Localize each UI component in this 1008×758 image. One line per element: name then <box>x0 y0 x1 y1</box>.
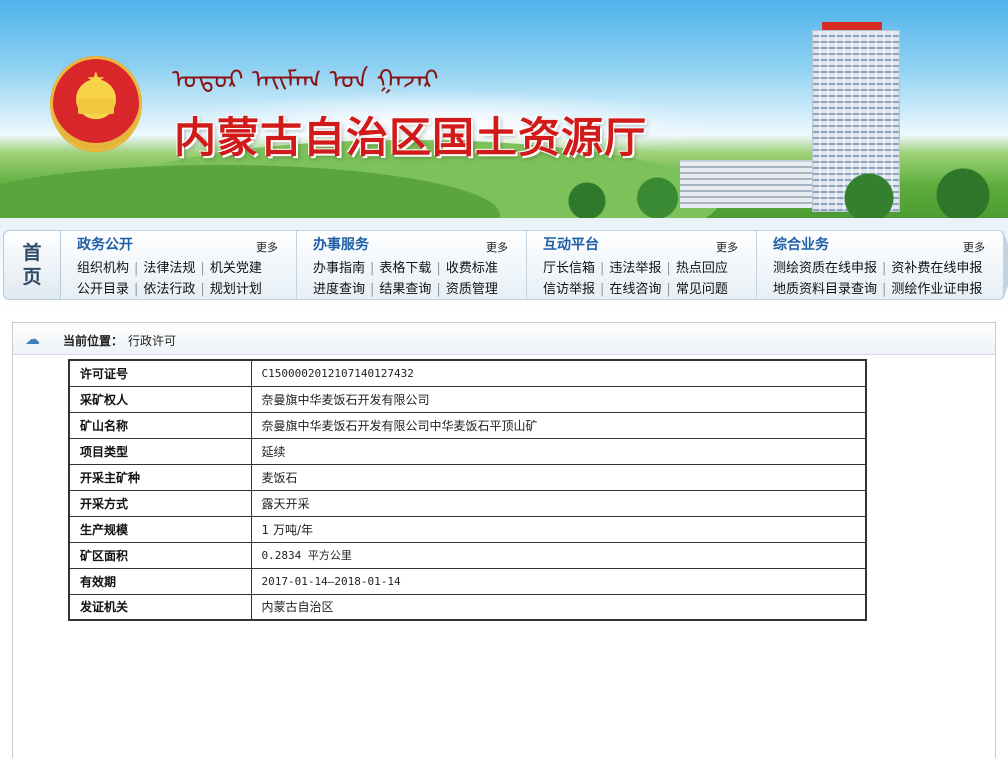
field-value: 1 万吨/年 <box>250 515 867 543</box>
content-panel: ☁ 当前位置： 行政许可 许可证号 C150000201210714012743… <box>12 322 996 758</box>
field-label: 项目类型 <box>68 437 252 465</box>
field-label: 矿山名称 <box>68 411 252 439</box>
field-value: 奈曼旗中华麦饭石开发有限公司 <box>250 385 867 413</box>
field-label: 开采方式 <box>68 489 252 517</box>
nav-link[interactable]: 常见问题 <box>676 282 728 297</box>
nav-link[interactable]: 测绘作业证申报 <box>891 282 982 297</box>
nav-link[interactable]: 结果查询 <box>379 282 431 297</box>
nav-link[interactable]: 收费标准 <box>446 261 498 276</box>
site-title: 内蒙古自治区国土资源厅 <box>174 113 648 162</box>
field-value: 奈曼旗中华麦饭石开发有限公司中华麦饭石平顶山矿 <box>250 411 867 439</box>
nav-section-interaction: 互动平台 更多 厅长信箱 | 违法举报 | 热点回应 信访举报 | 在线咨询 | 常见问题 <box>527 230 768 300</box>
mongolian-title: ᠤᠳᠤᠷ ᠠᠢᠮᠠᠭ ᠤᠨ ᠭᠠᠵᠠᠷ <box>172 65 439 95</box>
nav-link[interactable]: 地质资料目录查询 <box>773 282 877 297</box>
nav-link[interactable]: 违法举报 <box>609 261 661 276</box>
nav-link[interactable]: 在线咨询 <box>609 282 661 297</box>
banner-trees <box>540 165 1008 218</box>
home-char: 首 <box>22 242 42 264</box>
nav-more-link[interactable]: 更多 <box>716 239 738 255</box>
breadcrumb: ☁ 当前位置： 行政许可 <box>13 323 995 355</box>
table-row: 矿区面积 0.2834 平方公里 <box>68 541 867 569</box>
field-value: 麦饭石 <box>250 463 867 491</box>
field-value: 0.2834 平方公里 <box>250 541 867 569</box>
field-value: C1500002012107140127432 <box>250 359 867 387</box>
field-label: 开采主矿种 <box>68 463 252 491</box>
nav-link[interactable]: 资质管理 <box>446 282 498 297</box>
table-row: 许可证号 C1500002012107140127432 <box>68 359 867 387</box>
field-label: 发证机关 <box>68 593 252 621</box>
nav-more-link[interactable]: 更多 <box>256 239 278 255</box>
field-value: 露天开采 <box>250 489 867 517</box>
nav-section-title[interactable]: 互动平台 <box>543 234 599 254</box>
nav-section-title[interactable]: 综合业务 <box>773 234 829 254</box>
emblem-gate-icon <box>78 98 114 114</box>
home-char: 页 <box>22 266 42 288</box>
table-row: 项目类型 延续 <box>68 437 867 465</box>
field-label: 有效期 <box>68 567 252 595</box>
nav-section-title[interactable]: 办事服务 <box>313 234 369 254</box>
license-table: 许可证号 C1500002012107140127432 采矿权人 奈曼旗中华麦… <box>68 359 867 621</box>
nav-section-government: 政务公开 更多 组织机构 | 法律法规 | 机关党建 公开目录 | 依法行政 | 规划计划 <box>61 230 308 300</box>
nav-section-title[interactable]: 政务公开 <box>77 234 133 254</box>
nav-link[interactable]: 机关党建 <box>210 261 262 276</box>
field-label: 采矿权人 <box>68 385 252 413</box>
field-label: 许可证号 <box>68 359 252 387</box>
table-row: 开采主矿种 麦饭石 <box>68 463 867 491</box>
field-value: 2017-01-14—2018-01-14 <box>250 567 867 595</box>
nav-link[interactable]: 法律法规 <box>143 261 195 276</box>
emblem-star-icon: ★ <box>86 68 106 93</box>
nav-link[interactable]: 规划计划 <box>210 282 262 297</box>
nav-section-services: 办事服务 更多 办事指南 | 表格下载 | 收费标准 进度查询 | 结果查询 | 资质管理 <box>297 230 538 300</box>
breadcrumb-current: 行政许可 <box>128 334 177 348</box>
nav-link[interactable]: 办事指南 <box>313 261 365 276</box>
field-label: 矿区面积 <box>68 541 252 569</box>
nav-link[interactable]: 表格下载 <box>379 261 431 276</box>
field-value: 延续 <box>250 437 867 465</box>
nav-link[interactable]: 信访举报 <box>543 282 595 297</box>
nav-link[interactable]: 热点回应 <box>676 261 728 276</box>
nav-link[interactable]: 依法行政 <box>143 282 195 297</box>
national-emblem-logo: ★ <box>50 56 142 152</box>
nav-home-button[interactable]: 首 页 <box>3 230 61 300</box>
nav-more-link[interactable]: 更多 <box>486 239 508 255</box>
nav-link[interactable]: 公开目录 <box>77 282 129 297</box>
cloud-ornament-icon: ☁ <box>25 330 40 348</box>
nav-link[interactable]: 资补费在线申报 <box>891 261 982 276</box>
nav-more-link[interactable]: 更多 <box>963 239 985 255</box>
table-row: 开采方式 露天开采 <box>68 489 867 517</box>
table-row: 采矿权人 奈曼旗中华麦饭石开发有限公司 <box>68 385 867 413</box>
main-nav: 首 页 政务公开 更多 组织机构 | 法律法规 | 机关党建 公开目录 | 依法行政 | 规划计… <box>0 218 1008 310</box>
table-row: 有效期 2017-01-14—2018-01-14 <box>68 567 867 595</box>
nav-link[interactable]: 测绘资质在线申报 <box>773 261 877 276</box>
nav-link[interactable]: 进度查询 <box>313 282 365 297</box>
nav-link[interactable]: 组织机构 <box>77 261 129 276</box>
site-banner: ★ ᠤᠳᠤᠷ ᠠᠢᠮᠠᠭ ᠤᠨ ᠭᠠᠵᠠᠷ 内蒙古自治区国土资源厅 <box>0 0 1008 218</box>
nav-section-business: 综合业务 更多 测绘资质在线申报 | 资补费在线申报 地质资料目录查询 | 测绘作业证申… <box>757 230 1008 300</box>
breadcrumb-label: 当前位置： <box>63 334 124 348</box>
field-label: 生产规模 <box>68 515 252 543</box>
field-value: 内蒙古自治区 <box>250 593 867 621</box>
nav-link[interactable]: 厅长信箱 <box>543 261 595 276</box>
table-row: 生产规模 1 万吨/年 <box>68 515 867 543</box>
building-sign <box>822 22 882 30</box>
table-row: 发证机关 内蒙古自治区 <box>68 593 867 621</box>
table-row: 矿山名称 奈曼旗中华麦饭石开发有限公司中华麦饭石平顶山矿 <box>68 411 867 439</box>
